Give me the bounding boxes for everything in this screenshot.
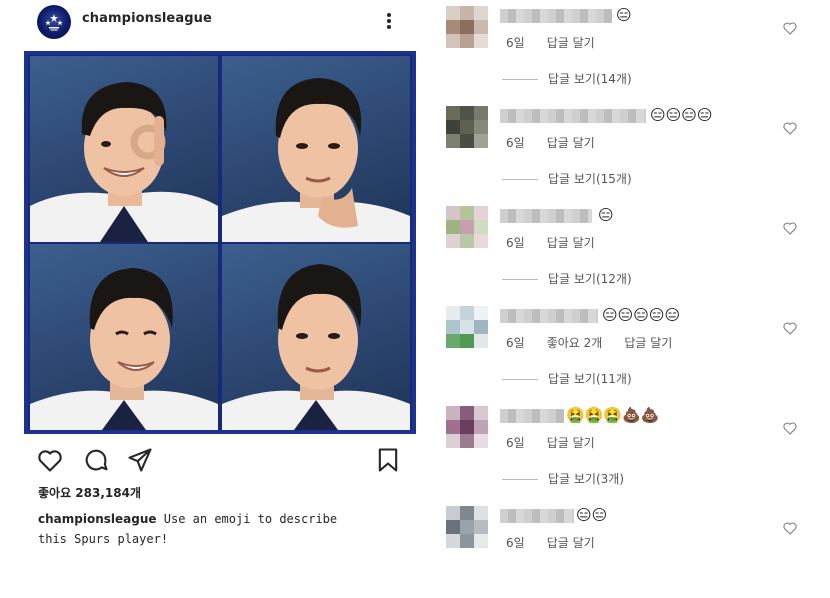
- view-replies-label: 답글 보기(14개): [548, 72, 632, 86]
- view-replies[interactable]: 답글 보기(15개): [502, 170, 632, 187]
- photo-tile-1: [30, 56, 218, 242]
- reply-button[interactable]: 답글 달기: [547, 36, 595, 50]
- post-actions: [36, 446, 416, 474]
- comment-text: 😑😑: [576, 506, 608, 524]
- heart-icon[interactable]: [36, 446, 64, 474]
- comment-icon[interactable]: [82, 446, 110, 474]
- comment-meta: 6일 답글 달기: [506, 34, 617, 51]
- heart-icon[interactable]: [782, 520, 798, 536]
- reply-button[interactable]: 답글 달기: [547, 436, 595, 450]
- view-replies[interactable]: 답글 보기(11개): [502, 370, 632, 387]
- comment-meta: 6일 좋아요 2개 답글 달기: [506, 334, 694, 351]
- photo-tile-2: [222, 56, 410, 242]
- more-options-icon[interactable]: [382, 11, 396, 33]
- reply-button[interactable]: 답글 달기: [547, 136, 595, 150]
- comment-meta: 6일 답글 달기: [506, 534, 617, 551]
- comment: 😑😑 6일 답글 달기: [430, 500, 830, 598]
- comment-time: 6일: [506, 136, 525, 150]
- photo-tile-3: [30, 244, 218, 430]
- view-replies-label: 답글 보기(15개): [548, 172, 632, 186]
- commenter-avatar[interactable]: [446, 6, 488, 48]
- comment: 😑😑😑😑😑 6일 좋아요 2개 답글 달기 답글 보기(11개): [430, 300, 830, 398]
- comment: 😑😑😑😑 6일 답글 달기 답글 보기(15개): [430, 100, 830, 198]
- commenter-name-blurred[interactable]: [500, 9, 612, 23]
- reply-button[interactable]: 답글 달기: [624, 336, 672, 350]
- comment-time: 6일: [506, 436, 525, 450]
- comment-text: 😑: [598, 206, 614, 224]
- comment: 😑 6일 답글 달기 답글 보기(12개): [430, 200, 830, 298]
- comment-text: 😑😑😑😑: [650, 106, 713, 124]
- view-replies-label: 답글 보기(11개): [548, 372, 632, 386]
- post-username[interactable]: championsleague: [82, 11, 212, 26]
- comment-time: 6일: [506, 536, 525, 550]
- commenter-avatar[interactable]: [446, 306, 488, 348]
- comment-meta: 6일 답글 달기: [506, 134, 617, 151]
- comment-text: 😑: [616, 6, 632, 24]
- comment-time: 6일: [506, 336, 525, 350]
- photo-tile-4: [222, 244, 410, 430]
- post-header: championsleague: [0, 0, 430, 44]
- reply-button[interactable]: 답글 달기: [547, 536, 595, 550]
- commenter-name-blurred[interactable]: [500, 309, 598, 323]
- comment-text: 🤮🤮🤮💩💩: [566, 406, 660, 424]
- commenter-avatar[interactable]: [446, 506, 488, 548]
- comment-meta: 6일 답글 달기: [506, 434, 617, 451]
- likes-count[interactable]: 좋아요 283,184개: [38, 484, 141, 501]
- comments-list: 😑 6일 답글 달기 답글 보기(14개) 😑😑😑😑 6일 답글 달기 답글 보기(…: [430, 0, 830, 552]
- comment: 🤮🤮🤮💩💩 6일 답글 달기 답글 보기(3개): [430, 400, 830, 498]
- commenter-name-blurred[interactable]: [500, 109, 646, 123]
- bookmark-icon[interactable]: [374, 446, 402, 474]
- heart-icon[interactable]: [782, 20, 798, 36]
- comment-meta: 6일 답글 달기: [506, 234, 617, 251]
- comment-time: 6일: [506, 236, 525, 250]
- commenter-name-blurred[interactable]: [500, 509, 574, 523]
- heart-icon[interactable]: [782, 220, 798, 236]
- caption-username[interactable]: championsleague: [38, 512, 157, 526]
- post: championsleague 좋아요 283,184개 championsle…: [0, 0, 430, 552]
- commenter-avatar[interactable]: [446, 406, 488, 448]
- profile-avatar[interactable]: [37, 5, 71, 39]
- commenter-avatar[interactable]: [446, 106, 488, 148]
- commenter-name-blurred[interactable]: [500, 409, 564, 423]
- send-icon[interactable]: [126, 446, 154, 474]
- comment: 😑 6일 답글 달기 답글 보기(14개): [430, 0, 830, 98]
- view-replies[interactable]: 답글 보기(3개): [502, 470, 624, 487]
- heart-icon[interactable]: [782, 120, 798, 136]
- reply-button[interactable]: 답글 달기: [547, 236, 595, 250]
- commenter-avatar[interactable]: [446, 206, 488, 248]
- comment-time: 6일: [506, 36, 525, 50]
- view-replies-label: 답글 보기(3개): [548, 472, 625, 486]
- heart-icon[interactable]: [782, 320, 798, 336]
- comment-text: 😑😑😑😑😑: [602, 306, 681, 324]
- comment-likes[interactable]: 좋아요 2개: [547, 336, 603, 350]
- view-replies[interactable]: 답글 보기(14개): [502, 70, 632, 87]
- post-caption: championsleague Use an emoji to describe…: [38, 509, 368, 549]
- view-replies-label: 답글 보기(12개): [548, 272, 632, 286]
- heart-icon[interactable]: [782, 420, 798, 436]
- commenter-name-blurred[interactable]: [500, 209, 592, 223]
- post-image[interactable]: [24, 51, 416, 434]
- champions-league-logo-icon: [45, 14, 63, 31]
- view-replies[interactable]: 답글 보기(12개): [502, 270, 632, 287]
